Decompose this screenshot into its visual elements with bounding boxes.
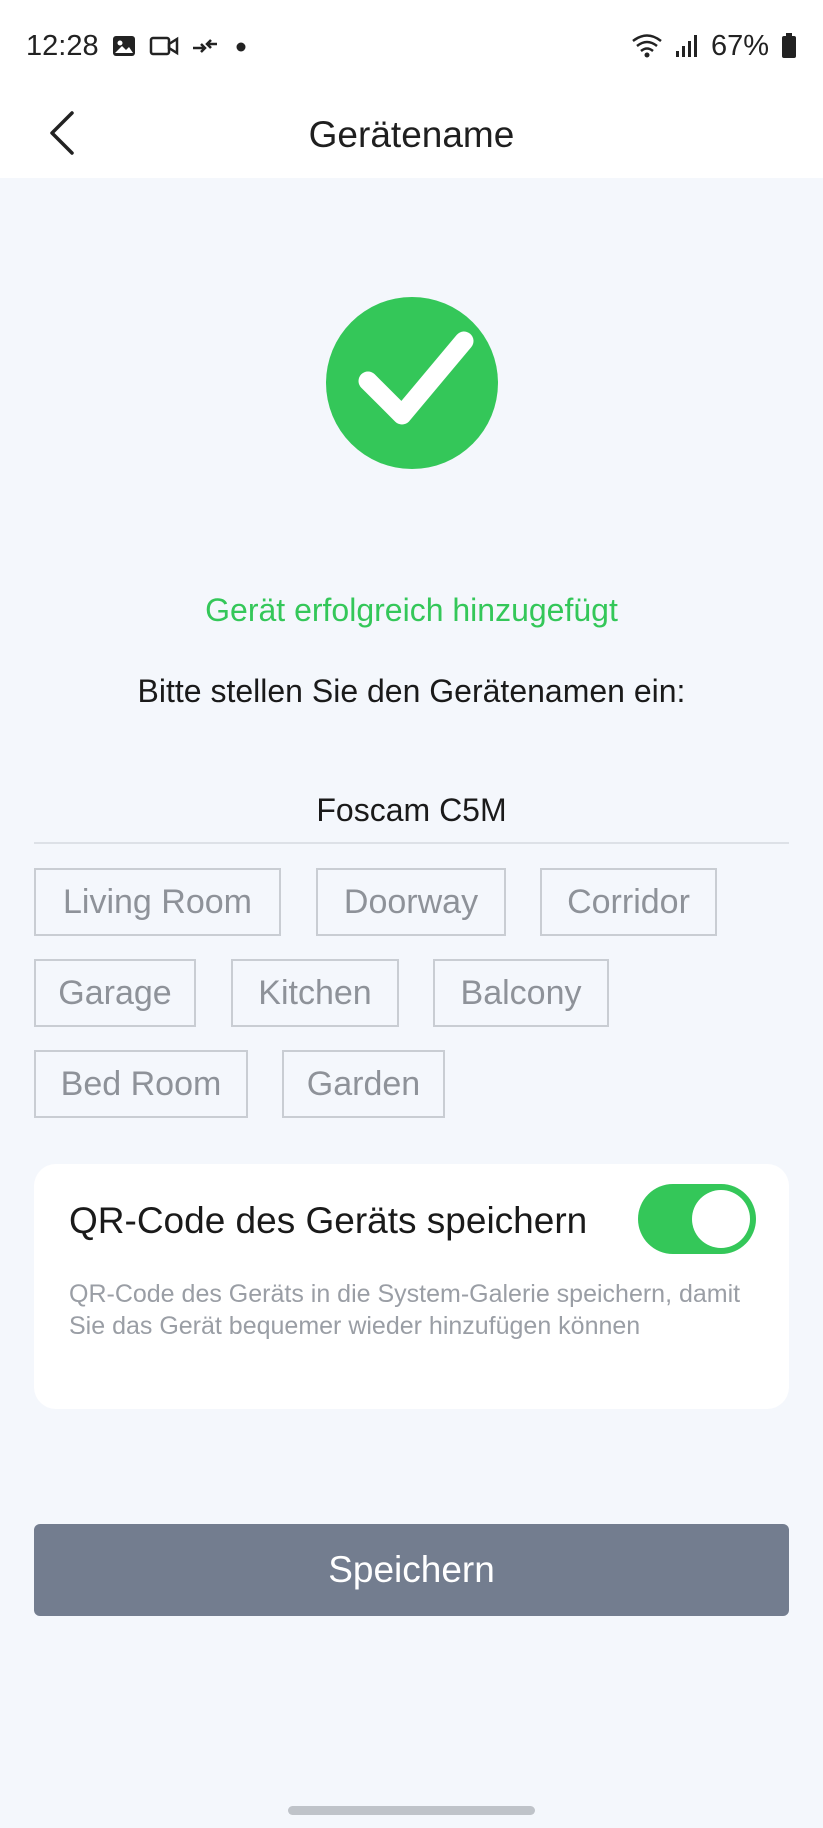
success-message: Gerät erfolgreich hinzugefügt xyxy=(205,592,618,628)
tag-living-room[interactable]: Living Room xyxy=(34,868,281,936)
tag-corridor[interactable]: Corridor xyxy=(540,868,717,936)
battery-percent: 67% xyxy=(710,29,769,62)
chevron-left-icon xyxy=(47,110,77,161)
status-right: 67% xyxy=(631,30,797,63)
dot-icon xyxy=(231,33,251,59)
status-left: 12:28 xyxy=(26,30,251,63)
signal-icon xyxy=(675,33,699,59)
wifi-icon xyxy=(631,32,663,60)
status-time: 12:28 xyxy=(26,29,99,62)
toggle-knob xyxy=(692,1190,750,1248)
tag-garden[interactable]: Garden xyxy=(282,1050,445,1118)
page-title: Gerätename xyxy=(308,114,515,155)
device-name-field xyxy=(34,780,789,844)
save-button[interactable]: Speichern xyxy=(34,1524,789,1616)
qr-code-card: QR-Code des Geräts speichern QR-Code des… xyxy=(34,1164,789,1409)
tag-balcony[interactable]: Balcony xyxy=(433,959,609,1027)
tag-garage[interactable]: Garage xyxy=(34,959,196,1027)
app-header: Gerätename xyxy=(0,92,823,178)
tag-bed-room[interactable]: Bed Room xyxy=(34,1050,248,1118)
qr-save-title: QR-Code des Geräts speichern xyxy=(69,1200,588,1241)
image-icon xyxy=(111,33,137,59)
check-circle-icon xyxy=(326,297,498,469)
qr-save-description: QR-Code des Geräts in die System-Galerie… xyxy=(69,1280,741,1340)
home-indicator[interactable] xyxy=(288,1806,535,1815)
battery-icon xyxy=(781,32,797,60)
tag-kitchen[interactable]: Kitchen xyxy=(231,959,399,1027)
tag-doorway[interactable]: Doorway xyxy=(316,868,506,936)
back-button[interactable] xyxy=(40,107,84,163)
video-icon xyxy=(149,33,179,59)
name-prompt: Bitte stellen Sie den Gerätenamen ein: xyxy=(137,673,686,709)
qr-save-toggle[interactable] xyxy=(638,1184,756,1254)
status-bar: 12:28 67% xyxy=(0,0,823,92)
device-name-input[interactable] xyxy=(34,780,789,840)
data-transfer-icon xyxy=(191,33,219,59)
